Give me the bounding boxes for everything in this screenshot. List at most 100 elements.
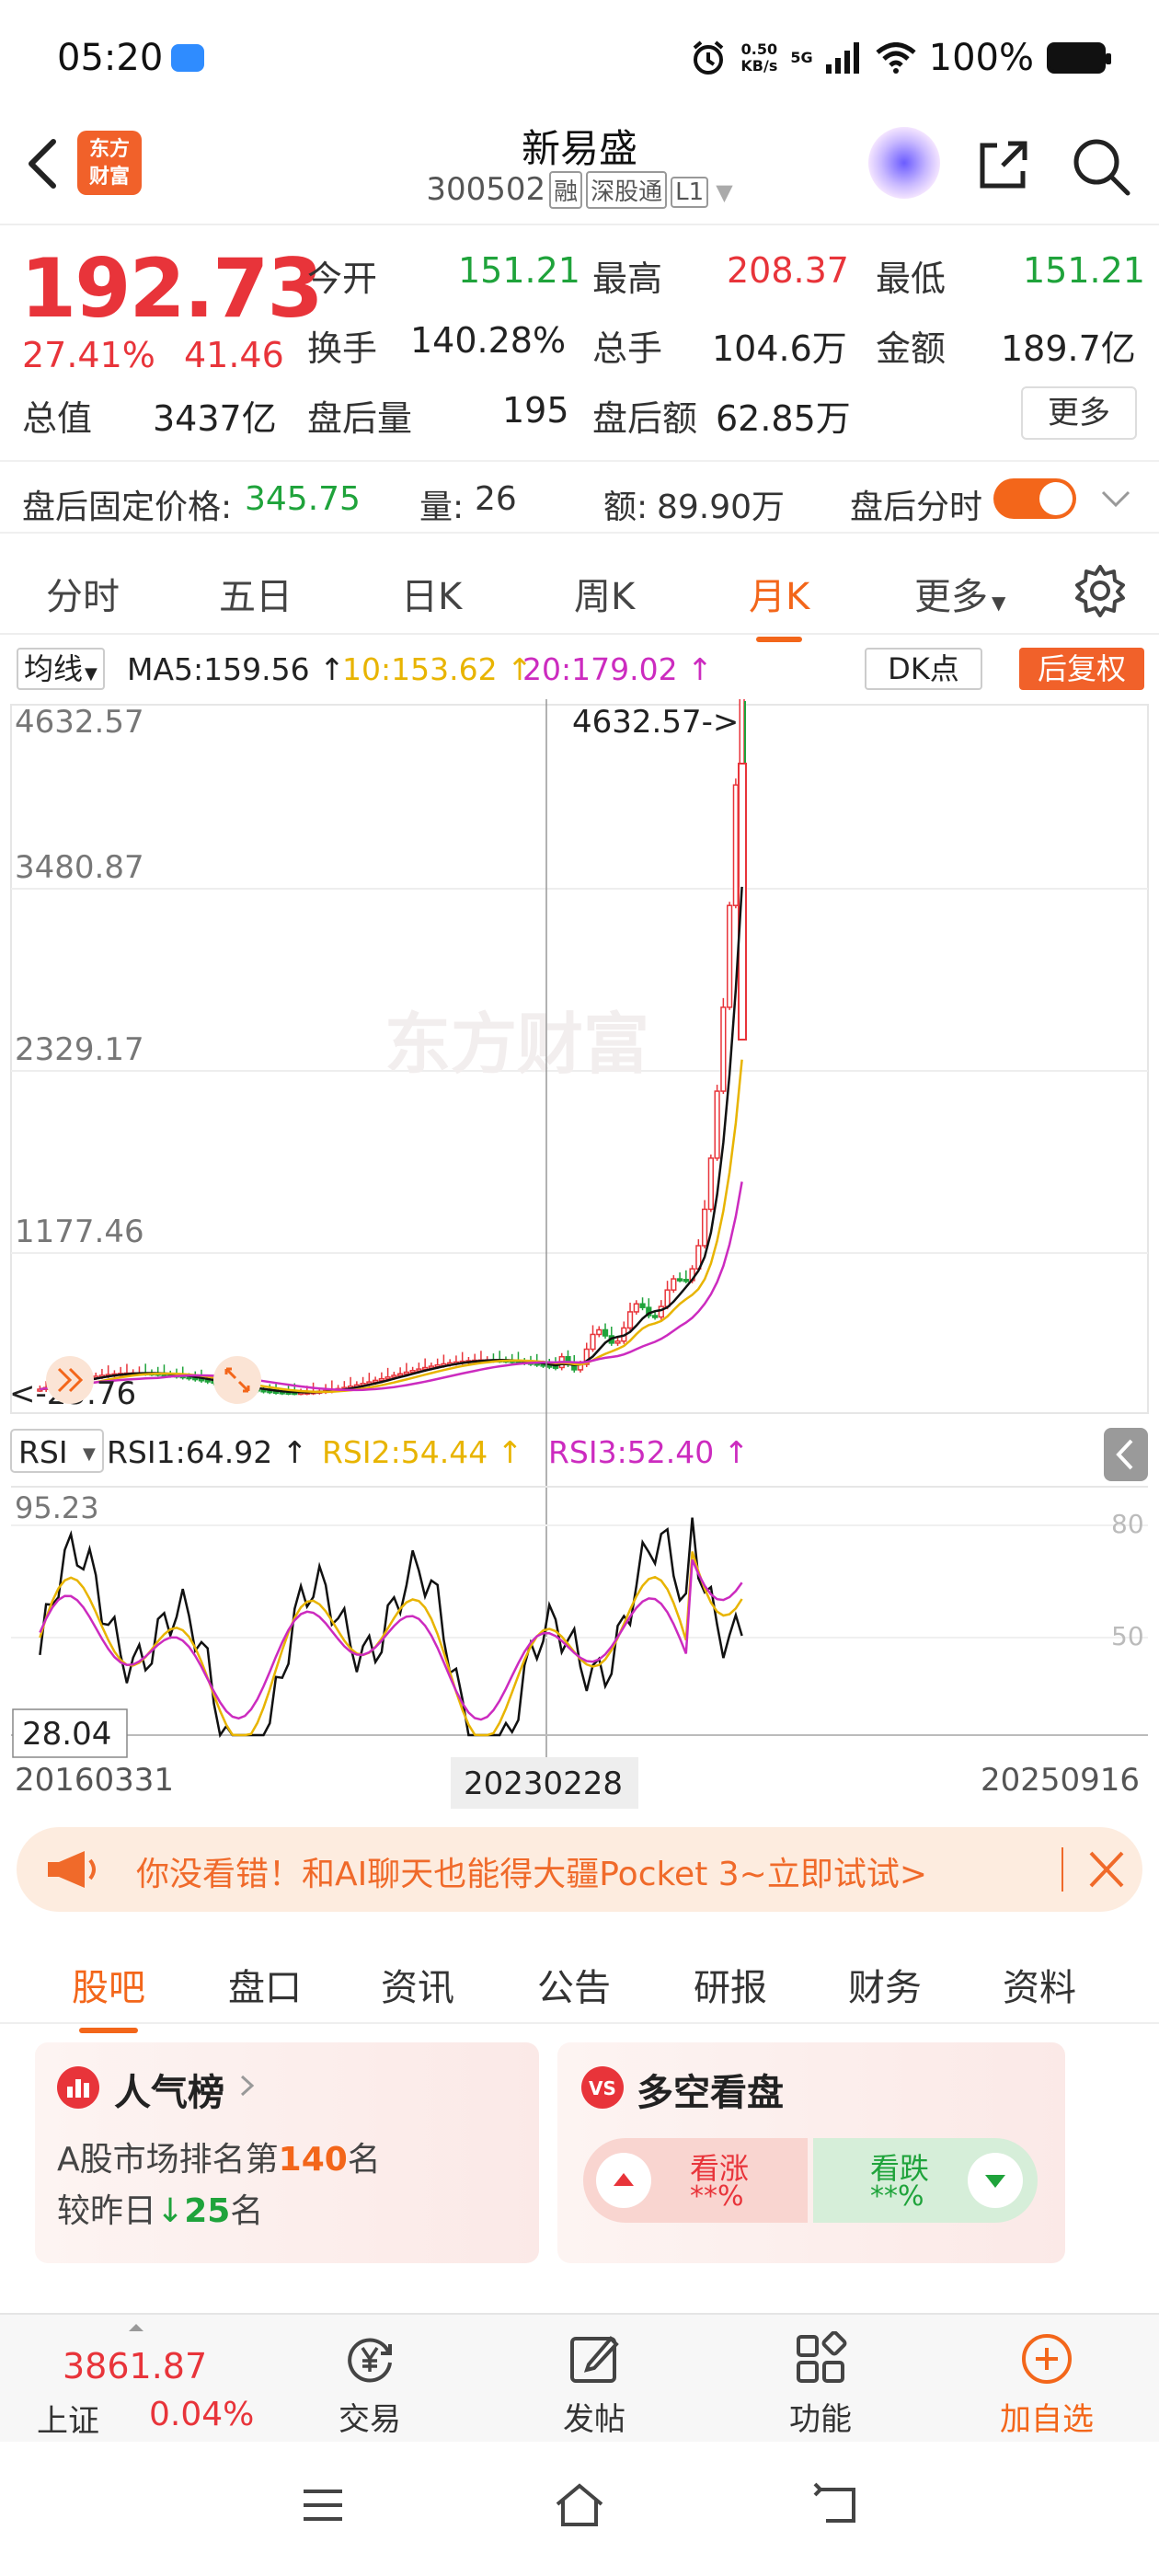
open-value: 151.21 — [458, 250, 580, 291]
tab-finance[interactable]: 财务 — [848, 1958, 922, 2011]
volume-label: 总手 — [592, 328, 663, 369]
x-label-cursor: 20230228 — [464, 1765, 623, 1802]
high-value: 208.37 — [727, 250, 849, 291]
candle-body — [676, 1278, 683, 1282]
nav-functions[interactable]: 功能 — [747, 2331, 894, 2439]
section-tabs: 股吧 盘口 资讯 公告 研报 财务 资料 — [0, 1932, 1159, 2033]
tab-monthly-k[interactable]: 月K — [749, 567, 809, 642]
chevron-right-icon — [240, 2075, 255, 2097]
after-amt-value: 89.90万 — [657, 489, 786, 526]
tab-daily-k[interactable]: 日K — [401, 567, 462, 620]
fullscreen-button[interactable] — [213, 1356, 261, 1404]
popularity-title: 人气榜 — [114, 2072, 224, 2114]
candle-body — [714, 1090, 720, 1159]
ma-lines — [40, 886, 743, 1394]
candle-body — [590, 1333, 596, 1351]
candle-body — [664, 1289, 671, 1307]
nav-post[interactable]: 发帖 — [521, 2331, 668, 2439]
rsi-dropdown-icon: ▼ — [83, 1444, 96, 1464]
ai-assistant-avatar[interactable] — [868, 127, 940, 199]
ma-indicator-bar: 均线 ▼ MA5:159.56 ↑ 10:153.62 ↑ 20:179.02 ↑… — [0, 644, 1159, 699]
tab-weekly-k[interactable]: 周K — [574, 567, 635, 620]
ma20-value: 20:179.02 ↑ — [522, 651, 713, 687]
candle-body — [626, 1311, 634, 1329]
ma20-line — [40, 1181, 743, 1392]
candle-body — [701, 1208, 708, 1247]
candle-body — [602, 1328, 609, 1337]
trade-yen-icon — [348, 2338, 392, 2383]
alarm-icon — [694, 40, 724, 75]
tab-news[interactable]: 资讯 — [381, 1958, 454, 2011]
tab-announcements[interactable]: 公告 — [537, 1958, 611, 2011]
back-nav-icon[interactable] — [811, 2482, 863, 2528]
rank-line: A股市场排名第140名 — [57, 2141, 381, 2179]
after-hours-toggle[interactable] — [993, 478, 1076, 519]
fixed-price-value: 345.75 — [245, 480, 361, 518]
tab-more[interactable]: 更多 ▼ — [914, 567, 1005, 620]
status-bar: 05:20 0.50 KB/s 5G 100% — [0, 0, 1159, 120]
battery-percent: 100% — [928, 37, 1034, 79]
search-icon[interactable] — [1071, 136, 1131, 197]
bull-bear-card[interactable]: VS 多空看盘 看涨 **% 看跌 **% — [557, 2042, 1065, 2263]
nav-trade[interactable]: 交易 — [296, 2331, 443, 2439]
adjust-button[interactable]: 后复权 — [1019, 648, 1144, 690]
add-circle-icon — [1022, 2334, 1072, 2384]
index-change: 0.04% — [149, 2396, 255, 2433]
tab-research[interactable]: 研报 — [694, 1958, 767, 2011]
vote-down-button[interactable]: 看跌 **% — [813, 2138, 1038, 2223]
more-button[interactable]: 更多 — [1021, 386, 1137, 440]
home-icon[interactable] — [552, 2480, 607, 2530]
candle-body — [707, 1157, 714, 1211]
high-label: 最高 — [592, 259, 663, 299]
grid-functions-icon — [797, 2331, 847, 2383]
candle-body — [397, 1373, 404, 1377]
chevron-down-icon[interactable] — [1100, 488, 1131, 510]
turnover-label: 换手 — [307, 328, 378, 369]
tab-profile[interactable]: 资料 — [1003, 1958, 1076, 2011]
quote-panel: 192.73 27.41% 41.46 今开 151.21 最高 208.37 … — [0, 228, 1159, 449]
ad-text[interactable]: 你没看错！和AI聊天也能得大疆Pocket 3~立即试试> — [136, 1847, 927, 1895]
volume-value: 104.6万 — [712, 328, 847, 369]
popularity-card[interactable]: 人气榜 A股市场排名第140名 较昨日↓25名 — [35, 2042, 539, 2263]
tab-five-day[interactable]: 五日 — [219, 567, 293, 620]
tab-orderbook[interactable]: 盘口 — [228, 1958, 302, 2011]
share-icon[interactable] — [975, 138, 1030, 193]
rsi-min-label: 28.04 — [22, 1716, 111, 1753]
rsi2-value: RSI2:54.44 ↑ — [322, 1434, 522, 1470]
ma10-line — [40, 1059, 743, 1394]
candle-body — [639, 1303, 646, 1308]
candle-body — [409, 1370, 416, 1374]
net-speed: 0.50 KB/s — [740, 40, 778, 75]
settings-gear-icon[interactable] — [1073, 563, 1128, 618]
ad-divider — [1061, 1847, 1063, 1892]
ma-selector[interactable]: 均线 ▼ — [17, 648, 105, 690]
candle-body — [720, 1006, 727, 1092]
vote-up-button[interactable]: 看涨 **% — [583, 2138, 808, 2223]
ranking-icon — [57, 2066, 99, 2109]
close-icon[interactable] — [1084, 1844, 1130, 1895]
margin-tag: 融 — [549, 171, 583, 209]
price-axis-label: 3480.87 — [15, 849, 144, 886]
collapse-panel-button[interactable] — [1104, 1428, 1148, 1481]
last-price: 192.73 — [20, 241, 324, 336]
after-hours-volume-value: 195 — [502, 390, 569, 431]
menu-icon[interactable] — [300, 2484, 346, 2526]
kline-chart[interactable]: 东方财富 4632.57 3480.87 2329.17 1177.46 4632.5… — [0, 699, 1159, 1812]
after-hours-amount-value: 62.85万 — [716, 398, 851, 439]
bottom-nav: 3861.87 上证 0.04% 交易 发帖 功能 加自选 — [0, 2313, 1159, 2442]
amount-value: 189.7亿 — [1001, 328, 1136, 369]
dk-points-button[interactable]: DK点 — [865, 648, 982, 690]
ad-banner[interactable]: 你没看错！和AI聊天也能得大疆Pocket 3~立即试试> — [17, 1827, 1142, 1912]
arrow-up-icon — [596, 2153, 651, 2208]
nav-add-watchlist[interactable]: 加自选 — [973, 2331, 1120, 2439]
open-label: 今开 — [307, 259, 378, 299]
candle-body — [683, 1279, 689, 1282]
system-nav-bar — [0, 2442, 1159, 2576]
expand-left-button[interactable] — [46, 1356, 94, 1404]
index-ticker[interactable]: 3861.87 上证 0.04% — [18, 2324, 267, 2440]
vote-up-value: **% — [690, 2180, 744, 2213]
tab-forum[interactable]: 股吧 — [72, 1958, 145, 2033]
nav-trade-label: 交易 — [339, 2401, 401, 2438]
megaphone-icon — [48, 1851, 96, 1888]
tab-intraday[interactable]: 分时 — [46, 567, 120, 620]
